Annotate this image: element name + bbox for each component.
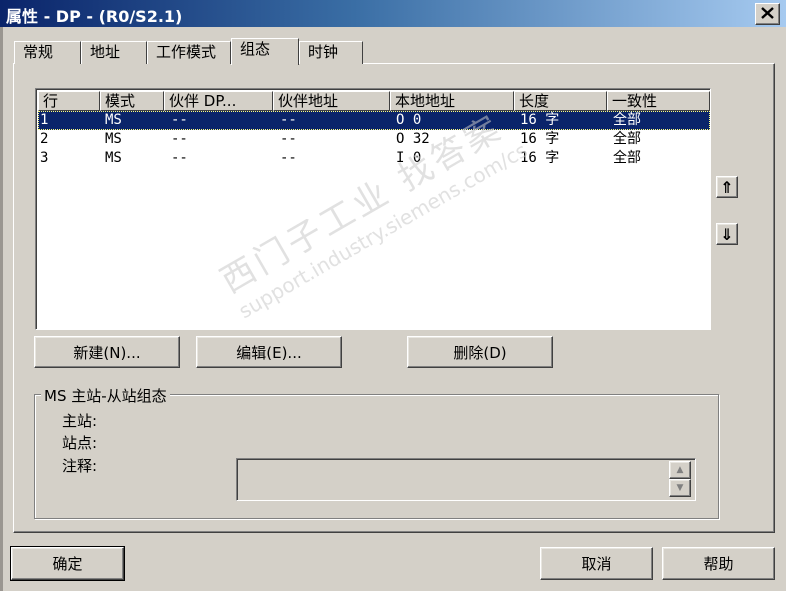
cell-consistency: 全部 <box>613 112 641 128</box>
col-consistency[interactable]: 一致性 <box>607 91 710 111</box>
cell-consistency: 全部 <box>613 150 641 166</box>
window-edge <box>0 27 3 591</box>
title-bar: 属性 - DP - (R0/S2.1) <box>0 0 786 27</box>
config-table: 行 模式 伙伴 DP... 伙伴地址 本地地址 长度 一致性 1 MS -- -… <box>35 88 711 330</box>
cell-length: 16 字 <box>520 112 560 128</box>
cell-row: 1 <box>40 112 49 128</box>
cell-partner-address: -- <box>280 112 297 128</box>
col-partner-dp[interactable]: 伙伴 DP... <box>164 91 273 111</box>
close-icon <box>761 5 774 23</box>
close-button[interactable] <box>755 3 780 25</box>
scroll-up-icon[interactable]: ▲ <box>669 461 691 479</box>
table-row[interactable]: 1 MS -- -- O 0 16 字 全部 <box>38 111 710 130</box>
col-length[interactable]: 长度 <box>514 91 607 111</box>
cell-local-address: O 0 <box>396 112 422 128</box>
col-local-address[interactable]: 本地地址 <box>390 91 514 111</box>
cell-row: 2 <box>40 131 49 147</box>
cell-partner-dp: -- <box>171 112 188 128</box>
help-button[interactable]: 帮助 <box>662 547 775 580</box>
table-header: 行 模式 伙伴 DP... 伙伴地址 本地地址 长度 一致性 <box>38 91 710 111</box>
comment-field[interactable]: ▲ ▼ <box>236 458 696 501</box>
arrow-up-icon: ⇑ <box>720 177 734 197</box>
master-label: 主站: <box>62 412 98 430</box>
cell-length: 16 字 <box>520 150 560 166</box>
move-down-button[interactable]: ⇓ <box>716 223 738 245</box>
cell-mode: MS <box>105 131 122 147</box>
cell-partner-dp: -- <box>171 131 188 147</box>
move-up-button[interactable]: ⇑ <box>716 176 738 198</box>
tab-configuration[interactable]: 组态 <box>231 38 299 65</box>
station-label: 站点: <box>62 434 98 452</box>
table-row[interactable]: 3 MS -- -- I 0 16 字 全部 <box>38 149 710 168</box>
new-button[interactable]: 新建(N)... <box>34 336 180 368</box>
tab-operating-mode[interactable]: 工作模式 <box>147 41 231 64</box>
cell-row: 3 <box>40 150 49 166</box>
cell-consistency: 全部 <box>613 131 641 147</box>
cell-length: 16 字 <box>520 131 560 147</box>
edit-button[interactable]: 编辑(E)... <box>196 336 342 368</box>
window-title: 属性 - DP - (R0/S2.1) <box>6 7 183 26</box>
cancel-button[interactable]: 取消 <box>540 547 653 580</box>
col-row[interactable]: 行 <box>38 91 100 111</box>
col-partner-address[interactable]: 伙伴地址 <box>273 91 390 111</box>
cell-partner-address: -- <box>280 131 297 147</box>
table-row[interactable]: 2 MS -- -- O 32 16 字 全部 <box>38 130 710 149</box>
cell-local-address: O 32 <box>396 131 430 147</box>
cell-mode: MS <box>105 150 122 166</box>
delete-button[interactable]: 删除(D) <box>407 336 553 368</box>
cell-partner-dp: -- <box>171 150 188 166</box>
group-title: MS 主站-从站组态 <box>41 385 170 406</box>
cell-local-address: I 0 <box>396 150 422 166</box>
scroll-down-icon[interactable]: ▼ <box>669 479 691 497</box>
comment-label: 注释: <box>62 457 98 475</box>
tab-clock[interactable]: 时钟 <box>299 41 363 64</box>
col-mode[interactable]: 模式 <box>100 91 164 111</box>
cell-partner-address: -- <box>280 150 297 166</box>
arrow-down-icon: ⇓ <box>720 224 734 244</box>
ok-button[interactable]: 确定 <box>10 546 125 581</box>
tab-general[interactable]: 常规 <box>14 41 81 64</box>
cell-mode: MS <box>105 112 122 128</box>
tab-address[interactable]: 地址 <box>81 41 147 64</box>
comment-scrollbar[interactable]: ▲ ▼ <box>669 461 691 498</box>
